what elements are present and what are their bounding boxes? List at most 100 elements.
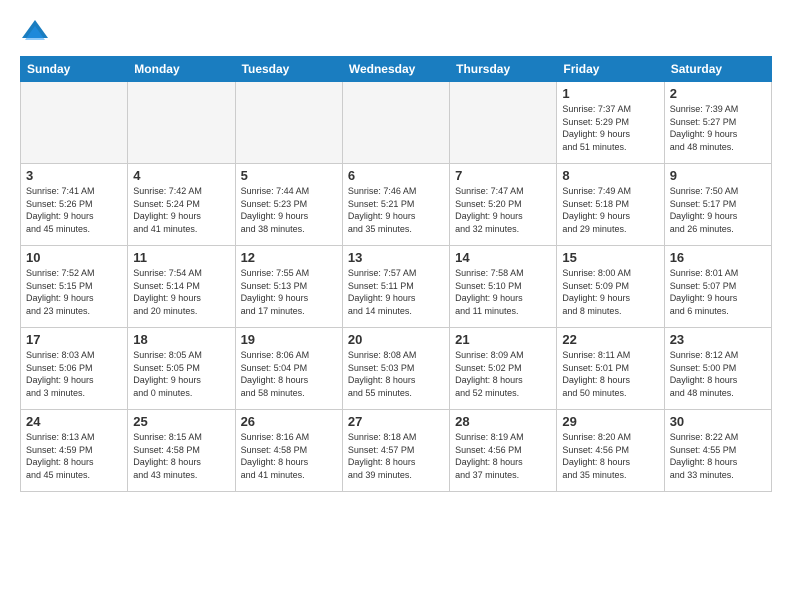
calendar-cell: 22Sunrise: 8:11 AM Sunset: 5:01 PM Dayli… [557,328,664,410]
day-number: 27 [348,414,444,429]
day-number: 7 [455,168,551,183]
day-info: Sunrise: 8:05 AM Sunset: 5:05 PM Dayligh… [133,349,229,399]
day-number: 1 [562,86,658,101]
calendar-cell: 2 Sunrise: 7:39 AM Sunset: 5:27 PM Daylig… [664,82,771,164]
logo-icon [20,18,50,48]
day-info: Sunrise: 7:37 AM Sunset: 5:29 PM Dayligh… [562,103,658,153]
calendar-cell: 5 Sunrise: 7:44 AM Sunset: 5:23 PM Daylig… [235,164,342,246]
day-info: Sunrise: 8:16 AM Sunset: 4:58 PM Dayligh… [241,431,337,481]
day-info: Sunrise: 7:41 AM Sunset: 5:26 PM Dayligh… [26,185,122,235]
calendar-cell: 1 Sunrise: 7:37 AM Sunset: 5:29 PM Daylig… [557,82,664,164]
week-row-3: 10 Sunrise: 7:52 AM Sunset: 5:15 PM Dayli… [21,246,772,328]
day-number: 20 [348,332,444,347]
day-number: 21 [455,332,551,347]
calendar-cell [342,82,449,164]
calendar-cell: 6 Sunrise: 7:46 AM Sunset: 5:21 PM Daylig… [342,164,449,246]
day-info: Sunrise: 7:52 AM Sunset: 5:15 PM Dayligh… [26,267,122,317]
calendar-cell: 12 Sunrise: 7:55 AM Sunset: 5:13 PM Dayli… [235,246,342,328]
logo [20,18,54,48]
day-number: 10 [26,250,122,265]
day-info: Sunrise: 7:44 AM Sunset: 5:23 PM Dayligh… [241,185,337,235]
week-row-2: 3 Sunrise: 7:41 AM Sunset: 5:26 PM Daylig… [21,164,772,246]
day-number: 25 [133,414,229,429]
day-info: Sunrise: 8:22 AM Sunset: 4:55 PM Dayligh… [670,431,766,481]
day-info: Sunrise: 7:50 AM Sunset: 5:17 PM Dayligh… [670,185,766,235]
day-number: 12 [241,250,337,265]
day-number: 6 [348,168,444,183]
day-info: Sunrise: 7:39 AM Sunset: 5:27 PM Dayligh… [670,103,766,153]
day-info: Sunrise: 8:12 AM Sunset: 5:00 PM Dayligh… [670,349,766,399]
calendar-cell: 9 Sunrise: 7:50 AM Sunset: 5:17 PM Daylig… [664,164,771,246]
calendar-table: SundayMondayTuesdayWednesdayThursdayFrid… [20,56,772,492]
calendar-cell: 17 Sunrise: 8:03 AM Sunset: 5:06 PM Dayli… [21,328,128,410]
day-info: Sunrise: 8:15 AM Sunset: 4:58 PM Dayligh… [133,431,229,481]
header [20,18,772,48]
day-number: 4 [133,168,229,183]
day-number: 29 [562,414,658,429]
calendar-cell: 20 Sunrise: 8:08 AM Sunset: 5:03 PM Dayli… [342,328,449,410]
calendar-cell: 19Sunrise: 8:06 AM Sunset: 5:04 PM Dayli… [235,328,342,410]
calendar-cell: 4Sunrise: 7:42 AM Sunset: 5:24 PM Daylig… [128,164,235,246]
calendar-cell: 15Sunrise: 8:00 AM Sunset: 5:09 PM Dayli… [557,246,664,328]
calendar-cell: 24 Sunrise: 8:13 AM Sunset: 4:59 PM Dayli… [21,410,128,492]
calendar-cell [128,82,235,164]
day-info: Sunrise: 8:20 AM Sunset: 4:56 PM Dayligh… [562,431,658,481]
day-info: Sunrise: 7:46 AM Sunset: 5:21 PM Dayligh… [348,185,444,235]
weekday-header-monday: Monday [128,57,235,82]
calendar-cell: 14 Sunrise: 7:58 AM Sunset: 5:10 PM Dayli… [450,246,557,328]
day-number: 26 [241,414,337,429]
day-info: Sunrise: 7:58 AM Sunset: 5:10 PM Dayligh… [455,267,551,317]
day-number: 13 [348,250,444,265]
day-info: Sunrise: 7:57 AM Sunset: 5:11 PM Dayligh… [348,267,444,317]
day-number: 22 [562,332,658,347]
day-number: 18 [133,332,229,347]
calendar-cell: 21 Sunrise: 8:09 AM Sunset: 5:02 PM Dayli… [450,328,557,410]
calendar-cell: 29 Sunrise: 8:20 AM Sunset: 4:56 PM Dayli… [557,410,664,492]
day-info: Sunrise: 8:08 AM Sunset: 5:03 PM Dayligh… [348,349,444,399]
day-number: 23 [670,332,766,347]
weekday-header-wednesday: Wednesday [342,57,449,82]
calendar-cell: 26 Sunrise: 8:16 AM Sunset: 4:58 PM Dayli… [235,410,342,492]
calendar-cell: 23 Sunrise: 8:12 AM Sunset: 5:00 PM Dayli… [664,328,771,410]
day-number: 14 [455,250,551,265]
calendar-cell [450,82,557,164]
calendar-cell: 28Sunrise: 8:19 AM Sunset: 4:56 PM Dayli… [450,410,557,492]
day-info: Sunrise: 8:01 AM Sunset: 5:07 PM Dayligh… [670,267,766,317]
day-number: 5 [241,168,337,183]
calendar-cell: 13 Sunrise: 7:57 AM Sunset: 5:11 PM Dayli… [342,246,449,328]
day-number: 9 [670,168,766,183]
weekday-header-sunday: Sunday [21,57,128,82]
day-number: 3 [26,168,122,183]
calendar-cell: 16 Sunrise: 8:01 AM Sunset: 5:07 PM Dayli… [664,246,771,328]
weekday-header-tuesday: Tuesday [235,57,342,82]
weekday-header-thursday: Thursday [450,57,557,82]
day-number: 30 [670,414,766,429]
calendar-cell: 30 Sunrise: 8:22 AM Sunset: 4:55 PM Dayli… [664,410,771,492]
day-number: 2 [670,86,766,101]
weekday-header-friday: Friday [557,57,664,82]
day-number: 19 [241,332,337,347]
calendar-body: 1 Sunrise: 7:37 AM Sunset: 5:29 PM Daylig… [21,82,772,492]
day-number: 24 [26,414,122,429]
day-number: 17 [26,332,122,347]
day-number: 11 [133,250,229,265]
weekday-header-saturday: Saturday [664,57,771,82]
day-info: Sunrise: 7:54 AM Sunset: 5:14 PM Dayligh… [133,267,229,317]
week-row-5: 24 Sunrise: 8:13 AM Sunset: 4:59 PM Dayli… [21,410,772,492]
week-row-1: 1 Sunrise: 7:37 AM Sunset: 5:29 PM Daylig… [21,82,772,164]
week-row-4: 17 Sunrise: 8:03 AM Sunset: 5:06 PM Dayli… [21,328,772,410]
calendar-cell: 3 Sunrise: 7:41 AM Sunset: 5:26 PM Daylig… [21,164,128,246]
day-info: Sunrise: 8:13 AM Sunset: 4:59 PM Dayligh… [26,431,122,481]
calendar-cell: 11 Sunrise: 7:54 AM Sunset: 5:14 PM Dayli… [128,246,235,328]
calendar-cell: 18 Sunrise: 8:05 AM Sunset: 5:05 PM Dayli… [128,328,235,410]
calendar-cell: 7Sunrise: 7:47 AM Sunset: 5:20 PM Daylig… [450,164,557,246]
calendar-cell: 10 Sunrise: 7:52 AM Sunset: 5:15 PM Dayli… [21,246,128,328]
calendar-cell [21,82,128,164]
day-number: 8 [562,168,658,183]
calendar-cell: 8Sunrise: 7:49 AM Sunset: 5:18 PM Daylig… [557,164,664,246]
day-number: 16 [670,250,766,265]
day-info: Sunrise: 8:03 AM Sunset: 5:06 PM Dayligh… [26,349,122,399]
day-info: Sunrise: 8:09 AM Sunset: 5:02 PM Dayligh… [455,349,551,399]
day-info: Sunrise: 8:19 AM Sunset: 4:56 PM Dayligh… [455,431,551,481]
day-info: Sunrise: 7:55 AM Sunset: 5:13 PM Dayligh… [241,267,337,317]
